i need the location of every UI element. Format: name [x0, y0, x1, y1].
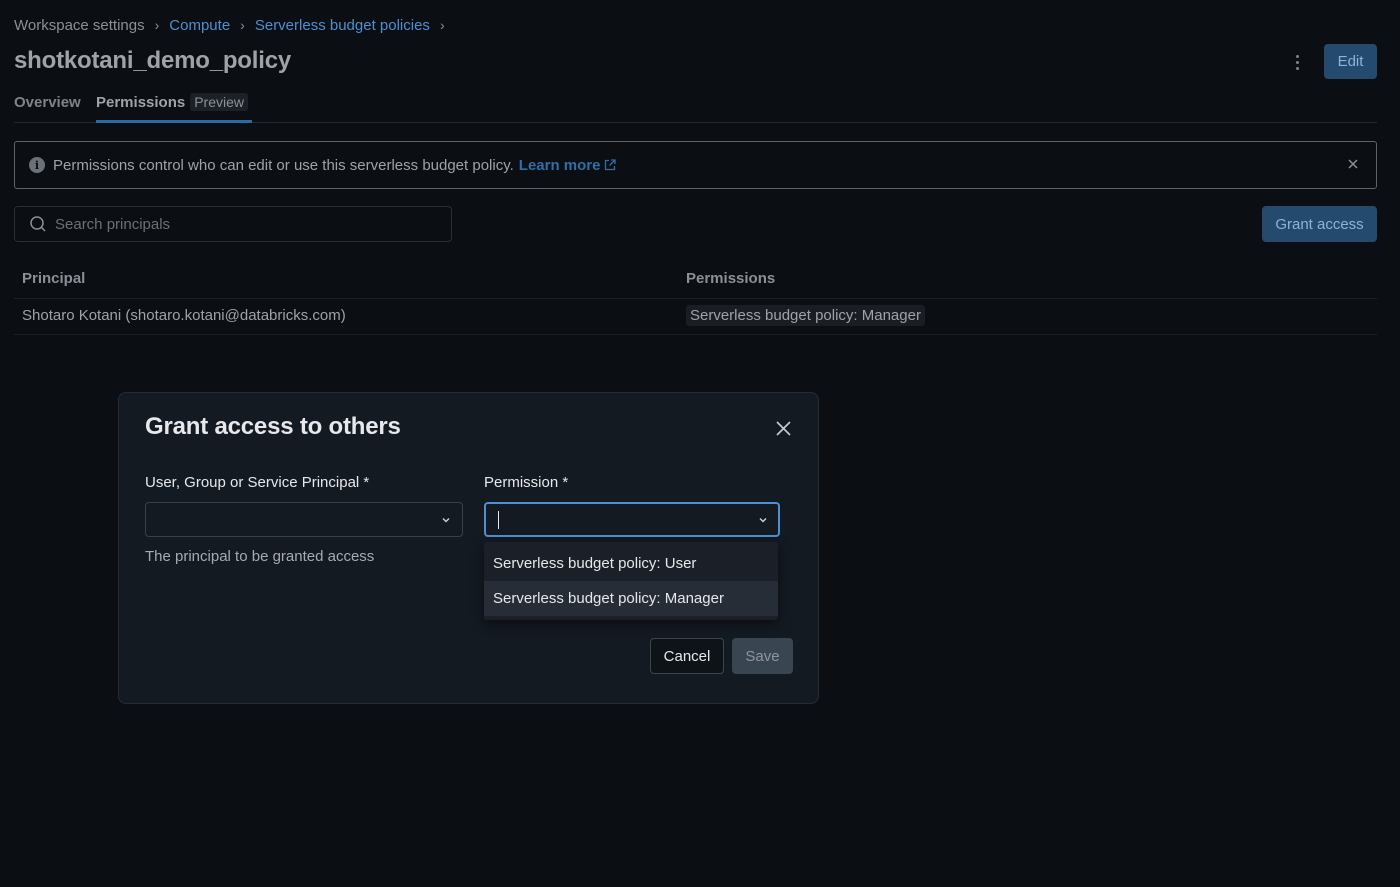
grant-access-modal: Grant access to others User, Group or Se…	[118, 392, 819, 704]
edit-button[interactable]: Edit	[1324, 44, 1377, 79]
breadcrumb-separator: ›	[439, 17, 445, 33]
breadcrumb-workspace-settings[interactable]: Workspace settings	[14, 17, 145, 34]
page: Workspace settings › Compute › Serverles…	[0, 0, 1400, 887]
page-title: shotkotani_demo_policy	[14, 47, 291, 74]
permission-cell: Serverless budget policy: Manager	[686, 305, 925, 326]
permission-select[interactable]	[484, 502, 780, 537]
search-input[interactable]	[55, 215, 435, 233]
cancel-button[interactable]: Cancel	[650, 638, 724, 674]
principal-field-label: User, Group or Service Principal *	[145, 474, 370, 491]
chevron-down-icon	[442, 517, 450, 523]
learn-more-label: Learn more	[518, 156, 601, 174]
table-header: Principal Permissions	[14, 262, 1377, 299]
close-icon[interactable]	[1346, 157, 1360, 171]
principal-cell: Shotaro Kotani (shotaro.kotani@databrick…	[22, 307, 346, 324]
principal-select[interactable]	[145, 502, 463, 537]
table-row: Shotaro Kotani (shotaro.kotani@databrick…	[14, 299, 1377, 335]
search-icon	[30, 216, 46, 232]
search-box	[14, 206, 452, 242]
text-cursor	[498, 511, 499, 529]
permissions-table: Principal Permissions Shotaro Kotani (sh…	[14, 262, 1377, 335]
alert-text: Permissions control who can edit or use …	[53, 156, 514, 174]
breadcrumb-separator: ›	[154, 17, 160, 33]
permission-dropdown: Serverless budget policy: User Serverles…	[484, 542, 778, 620]
info-alert: i Permissions control who can edit or us…	[14, 141, 1377, 189]
breadcrumb-compute[interactable]: Compute	[169, 17, 230, 34]
permission-tag: Serverless budget policy: Manager	[686, 305, 925, 326]
permission-option-user[interactable]: Serverless budget policy: User	[484, 546, 778, 581]
chevron-down-icon	[759, 517, 767, 523]
principal-help-text: The principal to be granted access	[145, 548, 375, 565]
breadcrumb: Workspace settings › Compute › Serverles…	[14, 15, 455, 35]
save-button[interactable]: Save	[732, 638, 793, 674]
close-icon[interactable]	[775, 420, 792, 437]
more-options-icon[interactable]	[1287, 52, 1307, 72]
tab-overview[interactable]: Overview	[14, 94, 81, 123]
column-header-principal: Principal	[22, 270, 86, 287]
grant-access-button[interactable]: Grant access	[1262, 206, 1377, 242]
preview-badge: Preview	[190, 93, 249, 111]
permission-field-label: Permission *	[484, 474, 569, 491]
modal-title: Grant access to others	[145, 413, 401, 440]
breadcrumb-separator: ›	[240, 17, 245, 33]
permission-option-manager[interactable]: Serverless budget policy: Manager	[484, 581, 778, 616]
tab-bar: Overview Permissions Preview	[14, 93, 1377, 123]
tab-overview-label: Overview	[14, 94, 81, 111]
tab-permissions-label: Permissions	[96, 94, 186, 111]
learn-more-link[interactable]: Learn more	[519, 157, 617, 174]
info-icon: i	[29, 157, 45, 173]
breadcrumb-serverless-budget-policies[interactable]: Serverless budget policies	[255, 17, 430, 34]
external-link-icon	[605, 159, 617, 171]
column-header-permissions: Permissions	[686, 270, 776, 287]
tab-permissions[interactable]: Permissions Preview	[96, 93, 253, 123]
